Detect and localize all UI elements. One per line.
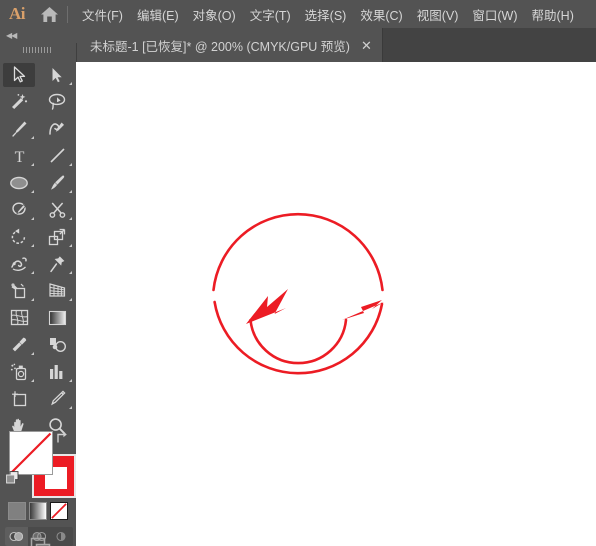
lasso-tool[interactable] <box>38 88 76 115</box>
tool-flyout-indicator[interactable] <box>69 406 72 409</box>
swap-fill-stroke-icon[interactable] <box>55 430 69 444</box>
shaper-tool[interactable] <box>0 196 38 223</box>
gradient-tool[interactable] <box>38 304 76 331</box>
screen-mode-icon <box>30 537 51 546</box>
column-graph-tool[interactable] <box>38 358 76 385</box>
magic-wand-tool[interactable] <box>0 88 38 115</box>
tools-panel: ◀◀ T <box>0 28 82 546</box>
rotate-tool[interactable] <box>0 223 38 250</box>
gradient-mode-button[interactable] <box>29 502 47 520</box>
illustrator-window: Ai 文件(F) 编辑(E) 对象(O) 文字(T) 选择(S) 效果(C) 视… <box>0 0 596 546</box>
scale-tool[interactable] <box>38 223 76 250</box>
inner-arc-path[interactable] <box>249 318 348 365</box>
collapse-panel-icon[interactable]: ◀◀ <box>6 31 17 40</box>
type-tool[interactable]: T <box>0 142 38 169</box>
menu-select[interactable]: 选择(S) <box>298 0 354 28</box>
direct-selection-tool[interactable] <box>38 61 76 88</box>
default-fill-stroke-icon[interactable] <box>6 471 19 484</box>
width-tool[interactable] <box>0 250 38 277</box>
tool-flyout-indicator[interactable] <box>69 217 72 220</box>
paintbrush-tool[interactable] <box>38 169 76 196</box>
line-segment-tool[interactable] <box>38 142 76 169</box>
none-mode-button[interactable] <box>50 502 68 520</box>
menu-view[interactable]: 视图(V) <box>410 0 466 28</box>
ellipse-tool[interactable] <box>0 169 38 196</box>
tools-panel-header[interactable]: ◀◀ <box>0 28 82 43</box>
menu-window[interactable]: 窗口(W) <box>465 0 524 28</box>
home-icon[interactable] <box>34 0 64 28</box>
tool-flyout-indicator[interactable] <box>69 379 72 382</box>
mesh-tool[interactable] <box>0 304 38 331</box>
tool-flyout-indicator[interactable] <box>31 163 34 166</box>
menu-help[interactable]: 帮助(H) <box>525 0 581 28</box>
tool-flyout-indicator[interactable] <box>31 244 34 247</box>
menu-type[interactable]: 文字(T) <box>243 0 298 28</box>
tool-flyout-indicator[interactable] <box>31 352 34 355</box>
color-mode-button[interactable] <box>8 502 26 520</box>
tool-flyout-indicator[interactable] <box>31 217 34 220</box>
pen-tool[interactable] <box>0 115 38 142</box>
tool-flyout-indicator[interactable] <box>69 163 72 166</box>
document-tab-title: 未标题-1 [已恢复]* @ 200% (CMYK/GPU 预览) <box>90 39 350 54</box>
tool-flyout-indicator[interactable] <box>31 271 34 274</box>
fill-swatch[interactable] <box>9 431 53 475</box>
document-tab[interactable]: 未标题-1 [已恢复]* @ 200% (CMYK/GPU 预览) ✕ <box>76 28 383 62</box>
tool-flyout-indicator[interactable] <box>69 82 72 85</box>
symbol-sprayer-tool[interactable] <box>0 358 38 385</box>
color-mode-row <box>8 502 70 524</box>
none-slash-icon <box>10 432 52 474</box>
slice-tool[interactable] <box>38 385 76 412</box>
tool-flyout-indicator[interactable] <box>69 190 72 193</box>
document-tab-bar: 未标题-1 [已恢复]* @ 200% (CMYK/GPU 预览) ✕ <box>76 28 596 62</box>
menu-bar: Ai 文件(F) 编辑(E) 对象(O) 文字(T) 选择(S) 效果(C) 视… <box>0 0 596 29</box>
artwork-group[interactable] <box>76 62 596 546</box>
menu-effect[interactable]: 效果(C) <box>353 0 409 28</box>
tool-flyout-indicator[interactable] <box>31 379 34 382</box>
tool-flyout-indicator[interactable] <box>69 244 72 247</box>
artboard-tool[interactable] <box>0 385 38 412</box>
eyedropper-tool[interactable] <box>0 331 38 358</box>
tool-flyout-indicator[interactable] <box>31 190 34 193</box>
free-transform-tool[interactable] <box>38 250 76 277</box>
shape-builder-tool[interactable] <box>0 277 38 304</box>
blend-tool[interactable] <box>38 331 76 358</box>
close-icon[interactable]: ✕ <box>361 39 372 52</box>
outer-arc-upper[interactable] <box>212 212 384 292</box>
color-swatch-area <box>0 426 76 546</box>
curvature-tool[interactable] <box>38 115 76 142</box>
panel-drag-grip[interactable] <box>0 43 76 57</box>
tool-flyout-indicator[interactable] <box>31 298 34 301</box>
svg-text:T: T <box>14 149 24 164</box>
tool-flyout-indicator[interactable] <box>69 271 72 274</box>
change-screen-mode-button[interactable] <box>0 532 76 546</box>
perspective-grid-tool[interactable] <box>38 277 76 304</box>
selection-tool[interactable] <box>0 61 38 88</box>
document-canvas[interactable] <box>76 62 596 546</box>
tool-flyout-indicator[interactable] <box>31 136 34 139</box>
scissors-tool[interactable] <box>38 196 76 223</box>
menu-edit[interactable]: 编辑(E) <box>130 0 186 28</box>
menu-object[interactable]: 对象(O) <box>186 0 243 28</box>
menu-file[interactable]: 文件(F) <box>75 0 130 28</box>
app-logo: Ai <box>9 4 26 23</box>
arrowhead-left[interactable] <box>246 289 288 324</box>
tool-grid: T <box>0 61 76 439</box>
none-slash-small-icon <box>51 503 67 519</box>
tool-flyout-indicator[interactable] <box>69 298 72 301</box>
menu-divider <box>67 5 68 23</box>
